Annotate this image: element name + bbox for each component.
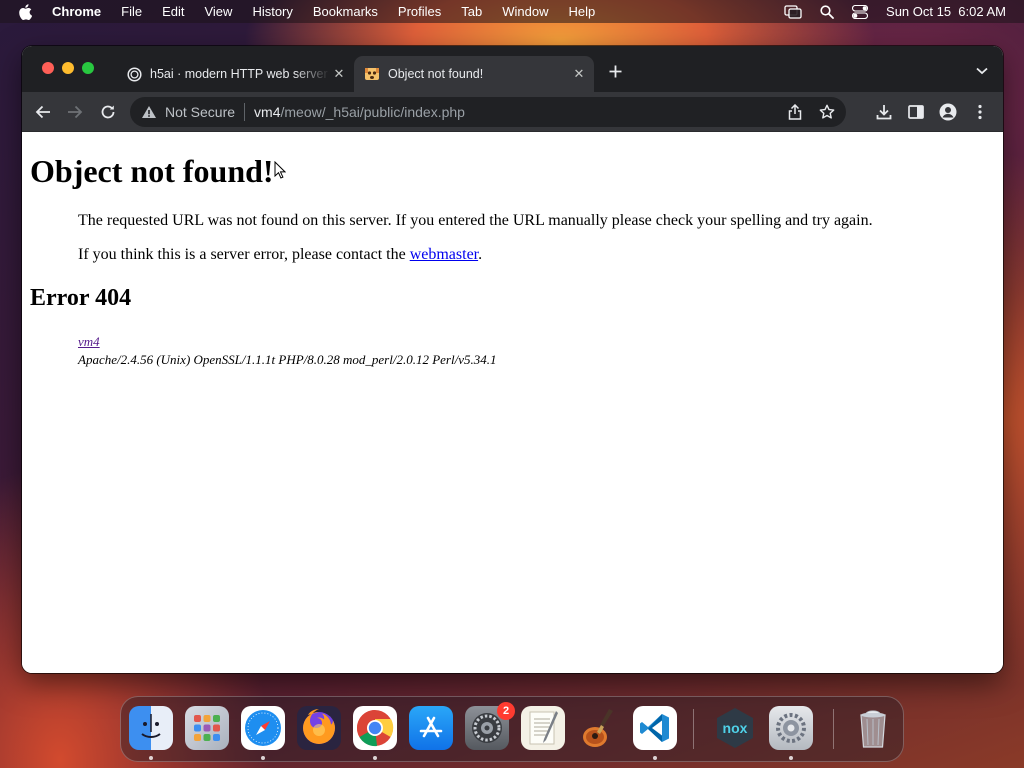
screen-mirroring-icon[interactable]: [784, 4, 802, 19]
mouse-pointer-icon: [274, 161, 286, 179]
security-status-label[interactable]: Not Secure: [165, 104, 235, 120]
dock-divider: [833, 709, 834, 749]
window-controls: [42, 62, 94, 74]
dock: 2 nox: [120, 696, 904, 762]
url-host[interactable]: vm4: [254, 104, 280, 120]
close-window-button[interactable]: [42, 62, 54, 74]
running-indicator: [261, 756, 265, 760]
share-icon[interactable]: [786, 103, 804, 121]
textedit-icon[interactable]: [521, 706, 565, 750]
garageband-icon[interactable]: [577, 706, 621, 750]
browser-toolbar: Not Secure vm4 /meow/_h5ai/public/index.…: [22, 92, 1003, 132]
menu-edit[interactable]: Edit: [162, 4, 184, 19]
bookmark-star-icon[interactable]: [818, 103, 836, 121]
more-menu-icon[interactable]: [970, 102, 990, 122]
zoom-window-button[interactable]: [82, 62, 94, 74]
menu-history[interactable]: History: [252, 4, 292, 19]
address-divider: [244, 103, 246, 121]
server-address: vm4 Apache/2.4.56 (Unix) OpenSSL/1.1.1t …: [78, 333, 496, 369]
tab-strip: h5ai · modern HTTP web server index ✕ Ob…: [22, 46, 1003, 92]
contact-message-text: If you think this is a server error, ple…: [78, 246, 410, 263]
not-found-message: The requested URL was not found on this …: [78, 212, 873, 229]
nox-player-icon[interactable]: nox: [713, 706, 757, 750]
close-tab-icon[interactable]: ✕: [330, 65, 348, 83]
apple-menu-icon[interactable]: [18, 3, 34, 20]
tab-search-chevron-icon[interactable]: [975, 64, 989, 78]
svg-text:nox: nox: [723, 720, 748, 736]
warning-triangle-icon[interactable]: [141, 104, 157, 120]
address-bar[interactable]: Not Secure vm4 /meow/_h5ai/public/index.…: [130, 97, 846, 127]
new-tab-icon[interactable]: [606, 62, 624, 80]
menu-window[interactable]: Window: [502, 4, 548, 19]
page-heading: Object not found!: [30, 153, 274, 189]
tab-title: h5ai · modern HTTP web server index: [150, 67, 330, 81]
tab-h5ai[interactable]: h5ai · modern HTTP web server index ✕: [118, 56, 354, 92]
server-host-link[interactable]: vm4: [78, 334, 100, 349]
back-arrow-icon[interactable]: [33, 102, 53, 122]
menu-app-name[interactable]: Chrome: [52, 4, 101, 19]
forward-arrow-icon[interactable]: [65, 102, 85, 122]
browser-window: h5ai · modern HTTP web server index ✕ Ob…: [22, 46, 1003, 673]
download-icon[interactable]: [874, 102, 894, 122]
webmaster-link[interactable]: webmaster: [410, 246, 478, 263]
menu-bar: Chrome File Edit View History Bookmarks …: [0, 0, 1024, 23]
vscode-icon[interactable]: [633, 706, 677, 750]
contact-message-suffix: .: [478, 246, 483, 263]
system-preferences-icon[interactable]: [769, 706, 813, 750]
menu-tab[interactable]: Tab: [461, 4, 482, 19]
server-error-icon: [364, 66, 380, 82]
running-indicator: [653, 756, 657, 760]
menu-file[interactable]: File: [121, 4, 142, 19]
system-settings-icon[interactable]: 2: [465, 702, 515, 750]
trash-icon[interactable]: [851, 706, 895, 750]
menu-bookmarks[interactable]: Bookmarks: [313, 4, 378, 19]
spotlight-search-icon[interactable]: [820, 4, 834, 19]
notification-badge: 2: [497, 702, 515, 720]
close-tab-icon[interactable]: ✕: [570, 65, 588, 83]
h5ai-icon: [126, 66, 142, 82]
page-content: Object not found! The requested URL was …: [22, 133, 1003, 673]
menu-profiles[interactable]: Profiles: [398, 4, 441, 19]
menubar-clock[interactable]: Sun Oct 15 6:02 AM: [886, 4, 1006, 19]
profile-avatar-icon[interactable]: [938, 102, 958, 122]
url-path[interactable]: /meow/_h5ai/public/index.php: [281, 104, 465, 120]
running-indicator: [149, 756, 153, 760]
error-code-heading: Error 404: [30, 285, 132, 311]
finder-icon[interactable]: [129, 706, 173, 750]
tab-object-not-found[interactable]: Object not found! ✕: [354, 56, 594, 92]
chrome-icon[interactable]: [353, 706, 397, 750]
launchpad-icon[interactable]: [185, 706, 229, 750]
control-center-icon[interactable]: [852, 4, 869, 19]
menu-help[interactable]: Help: [569, 4, 596, 19]
contact-message: If you think this is a server error, ple…: [78, 246, 482, 264]
running-indicator: [789, 756, 793, 760]
tab-title: Object not found!: [388, 67, 484, 81]
firefox-icon[interactable]: [297, 706, 341, 750]
reload-icon[interactable]: [98, 102, 118, 122]
side-panel-icon[interactable]: [906, 102, 926, 122]
running-indicator: [373, 756, 377, 760]
safari-icon[interactable]: [241, 706, 285, 750]
server-signature: Apache/2.4.56 (Unix) OpenSSL/1.1.1t PHP/…: [78, 352, 497, 367]
minimize-window-button[interactable]: [62, 62, 74, 74]
dock-divider: [693, 709, 694, 749]
menu-view[interactable]: View: [204, 4, 232, 19]
app-store-icon[interactable]: [409, 706, 453, 750]
